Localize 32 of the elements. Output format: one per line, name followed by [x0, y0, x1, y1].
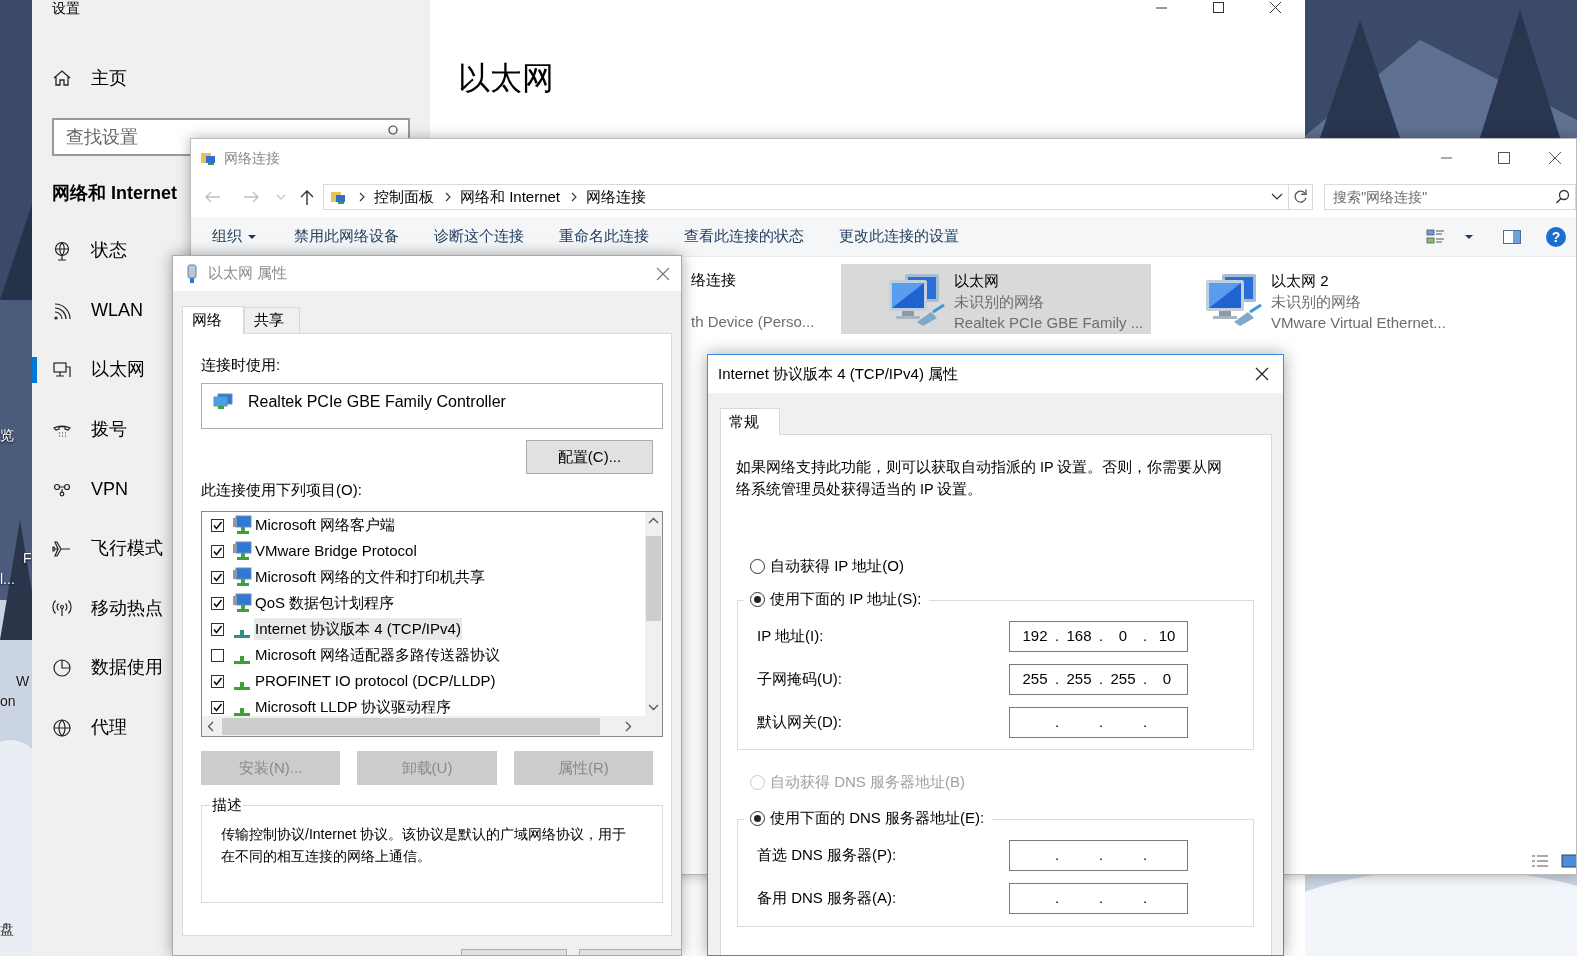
connection-device: Realtek PCIe GBE Family ...	[954, 313, 1144, 333]
window-title: Internet 协议版本 4 (TCP/IPv4) 属性	[718, 363, 959, 384]
connection-name: 以太网 2	[1271, 271, 1329, 291]
field-label: 默认网关(D):	[757, 712, 843, 733]
connection-name: 络连接	[691, 270, 736, 290]
section-heading: 网络和 Internet	[52, 182, 177, 205]
connection-name: 以太网	[954, 271, 999, 291]
page-title: 以太网	[458, 59, 554, 98]
window-title: 以太网 属性	[208, 263, 288, 284]
list-item-label: QoS 数据包计划程序	[254, 593, 396, 613]
description-text: 传输控制协议/Internet 协议。该协议是默认的广域网络协议，用于在不同的相互连接的网络上通信。	[221, 825, 628, 866]
list-item-label: VMware Bridge Protocol	[254, 541, 418, 561]
connection-status: 未识别的网络	[954, 292, 1044, 312]
connection-device: VMware Virtual Ethernet...	[1271, 313, 1446, 333]
list-item-label: Microsoft 网络适配器多路传送器协议	[254, 645, 501, 665]
group-legend: 描述	[211, 796, 243, 814]
field-label: IP 地址(I):	[757, 626, 825, 647]
intro-text: 如果网络支持此功能，则可以获取自动指派的 IP 设置。否则，你需要从网络系统管理员处获得适当的 IP 设置。	[736, 458, 1224, 499]
field-label: 连接时使用:	[201, 356, 281, 374]
list-item-label: Internet 协议版本 4 (TCP/IPv4)	[254, 618, 462, 640]
window-title: 设置	[52, 0, 81, 16]
connection-status: 未识别的网络	[1271, 292, 1361, 312]
field-label: 备用 DNS 服务器(A):	[757, 888, 898, 909]
field-label: 此连接使用下列项目(O):	[201, 481, 362, 499]
adapter-name: Realtek PCIe GBE Family Controller	[248, 392, 506, 412]
list-item-label: Microsoft 网络客户端	[254, 515, 396, 535]
list-item-label: Microsoft LLDP 协议驱动程序	[254, 697, 453, 717]
field-label: 首选 DNS 服务器(P):	[757, 845, 898, 866]
field-label: 子网掩码(U):	[757, 669, 843, 690]
connection-device: th Device (Perso...	[691, 312, 815, 332]
list-item-label: Microsoft 网络的文件和打印机共享	[254, 567, 486, 587]
list-item-label: PROFINET IO protocol (DCP/LLDP)	[254, 671, 497, 691]
